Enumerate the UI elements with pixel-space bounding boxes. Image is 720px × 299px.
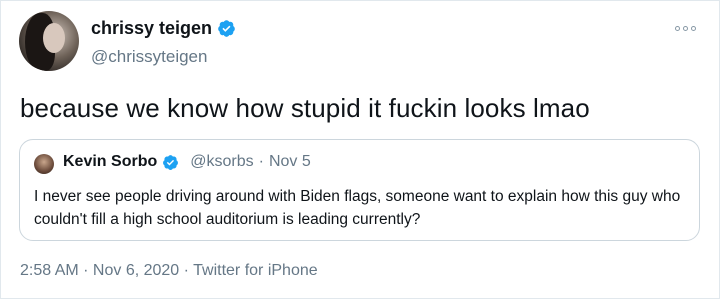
quoted-tweet[interactable]: Kevin Sorbo @ksorbs · Nov 5 I never see … (19, 139, 700, 241)
quoted-separator: · (258, 153, 264, 170)
quoted-tweet-text: I never see people driving around with B… (34, 188, 681, 228)
avatar-face (43, 23, 65, 53)
quoted-author-avatar (34, 154, 54, 174)
quoted-date: Nov 5 (268, 153, 311, 170)
tweet-card: chrissy teigen @chrissyteigen because we… (0, 0, 720, 299)
author-display-name-row[interactable]: chrissy teigen (91, 18, 236, 39)
verified-badge-icon (218, 20, 235, 37)
tweet-timestamp[interactable]: 2:58 AM · Nov 6, 2020 · Twitter for iPho… (20, 262, 318, 280)
quoted-handle: @ksorbs (190, 153, 254, 170)
more-options-icon[interactable] (675, 21, 701, 35)
author-avatar[interactable] (19, 11, 79, 71)
quoted-display-name: Kevin Sorbo (63, 153, 158, 170)
author-display-name[interactable]: chrissy teigen (91, 18, 212, 39)
dot-icon (691, 25, 696, 31)
dot-icon (675, 25, 680, 31)
tweet-text: because we know how stupid it fuckin loo… (20, 93, 590, 123)
quoted-tweet-header: Kevin Sorbo @ksorbs · Nov 5 (63, 153, 311, 171)
author-block: chrissy teigen @chrissyteigen (91, 18, 236, 67)
dot-icon (683, 25, 688, 31)
verified-badge-icon (163, 154, 179, 170)
author-handle[interactable]: @chrissyteigen (91, 47, 236, 67)
